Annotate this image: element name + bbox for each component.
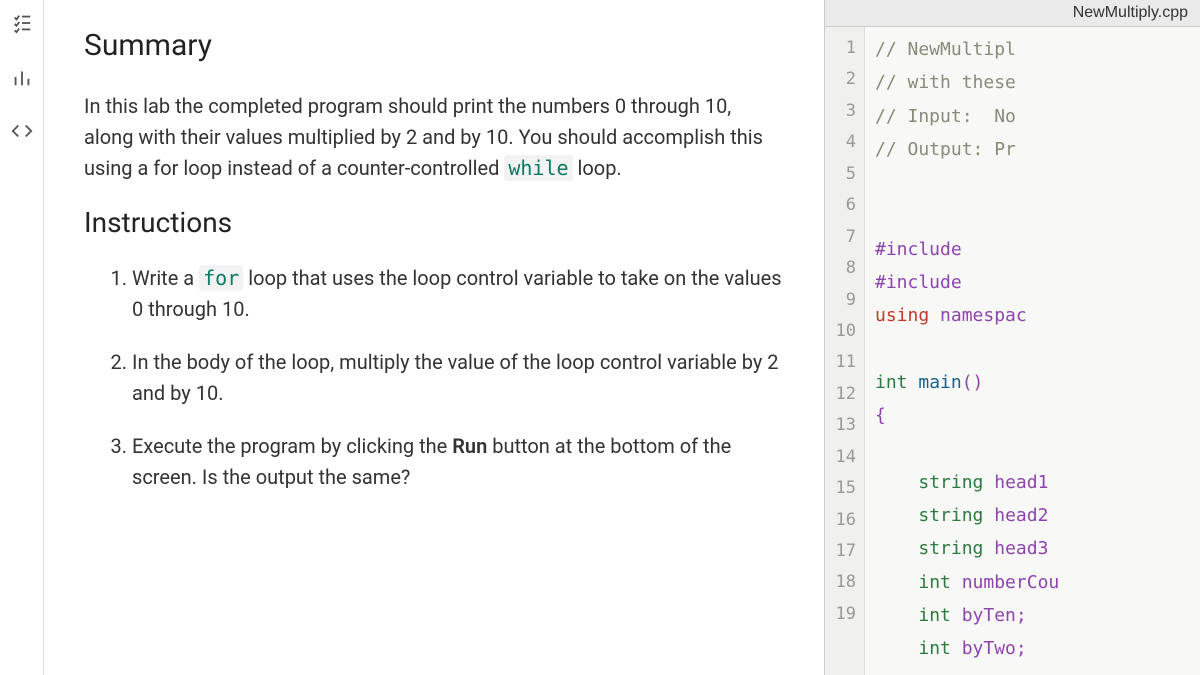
code-body[interactable]: 1 2 3 4 5 6 7 8 9 10 11 12 13 14 15 16 1… [825, 27, 1200, 675]
instruction-step: Execute the program by clicking the Run … [132, 431, 784, 493]
run-bold: Run [452, 434, 487, 458]
instructions-list: Write a for loop that uses the loop cont… [84, 263, 784, 493]
checklist-icon[interactable] [9, 10, 35, 36]
while-code: while [504, 155, 572, 181]
file-tab[interactable]: NewMultiply.cpp [825, 0, 1200, 27]
summary-body: In this lab the completed program should… [84, 91, 784, 184]
tool-sidebar [0, 0, 44, 675]
code-icon[interactable] [9, 118, 35, 144]
code-lines[interactable]: // NewMultipl // with these // Input: No… [865, 27, 1059, 675]
for-code: for [199, 265, 243, 291]
instructions-panel: Summary In this lab the completed progra… [44, 0, 824, 675]
instructions-heading: Instructions [84, 206, 784, 239]
instruction-step: In the body of the loop, multiply the va… [132, 347, 784, 409]
code-editor[interactable]: NewMultiply.cpp 1 2 3 4 5 6 7 8 9 10 11 … [824, 0, 1200, 675]
summary-heading: Summary [84, 28, 784, 63]
line-gutter: 1 2 3 4 5 6 7 8 9 10 11 12 13 14 15 16 1… [825, 27, 865, 675]
bargraph-icon[interactable] [9, 64, 35, 90]
instruction-step: Write a for loop that uses the loop cont… [132, 263, 784, 325]
